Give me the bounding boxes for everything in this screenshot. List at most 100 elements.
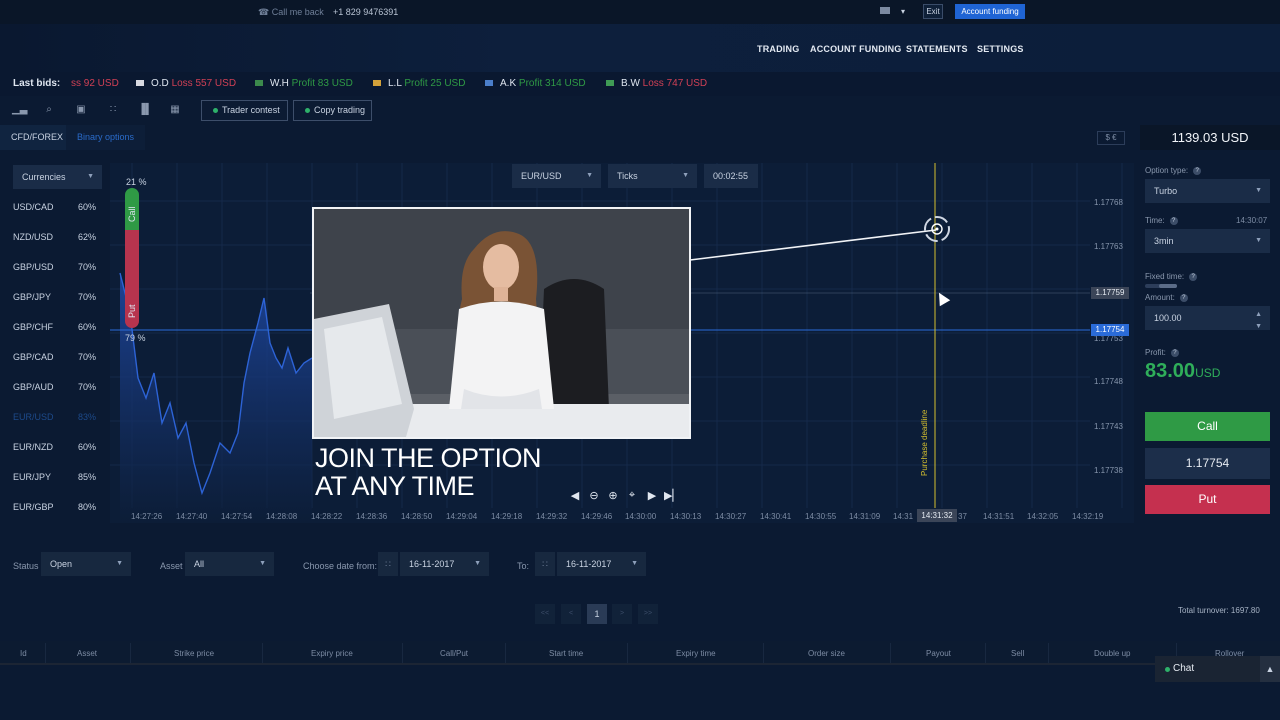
exit-button[interactable]: Exit	[923, 4, 943, 19]
column-header[interactable]: Expiry price	[311, 649, 353, 658]
purchase-deadline-label: Purchase deadline	[920, 409, 929, 476]
fixed-time-toggle[interactable]	[1145, 284, 1177, 288]
zoom-in-icon[interactable]: ⊕	[606, 489, 620, 502]
tab-binary-options[interactable]: Binary options	[66, 125, 146, 150]
indicator-icon[interactable]: ∷	[107, 104, 119, 116]
help-icon[interactable]: ?	[1169, 216, 1178, 225]
put-button[interactable]: Put	[1145, 485, 1270, 514]
nav-account-funding[interactable]: ACCOUNT FUNDING	[810, 44, 902, 54]
chat-widget[interactable]: Chat ▲	[1155, 656, 1280, 682]
column-header[interactable]: Call/Put	[440, 649, 468, 658]
chart-mode-select[interactable]: Ticks ▼	[608, 164, 697, 188]
center-icon[interactable]: ⌖	[625, 489, 639, 502]
asset-filter-select[interactable]: All ▼	[185, 552, 274, 576]
account-funding-button[interactable]: Account funding	[955, 4, 1025, 19]
scroll-right-icon[interactable]: ▶	[645, 489, 659, 502]
currency-pair-item[interactable]: EUR/GBP 80%	[13, 502, 96, 512]
bars-icon[interactable]: ▐▌	[138, 104, 152, 116]
nav-statements[interactable]: STATEMENTS	[906, 44, 968, 54]
currency-pair-item[interactable]: GBP/AUD 70%	[13, 382, 96, 392]
currency-pair-item[interactable]: GBP/CAD 70%	[13, 352, 96, 362]
currency-switch[interactable]: $ €	[1097, 131, 1125, 145]
presenter-image	[314, 209, 689, 437]
date-to-select[interactable]: 16-11-2017 ▼	[557, 552, 646, 576]
chevron-up-icon[interactable]: ▲	[1260, 656, 1280, 682]
nav-settings[interactable]: SETTINGS	[977, 44, 1024, 54]
date-from-select[interactable]: 16-11-2017 ▼	[400, 552, 489, 576]
currency-pair-item[interactable]: GBP/JPY 70%	[13, 292, 96, 302]
layout-icon[interactable]: ▣	[75, 104, 87, 116]
chart-bar-icon[interactable]: ▁▃	[12, 104, 27, 116]
asset-select[interactable]: EUR/USD ▼	[512, 164, 601, 188]
pager-prev[interactable]: <	[561, 604, 581, 624]
currency-pair-item[interactable]: EUR/JPY 85%	[13, 472, 96, 482]
column-header[interactable]: Sell	[1011, 649, 1024, 658]
pair-name: GBP/CAD	[13, 352, 54, 362]
scroll-end-icon[interactable]: ▶▏	[664, 489, 681, 502]
column-header[interactable]: Payout	[926, 649, 951, 658]
copy-trading-button[interactable]: Copy trading	[293, 100, 372, 121]
column-header[interactable]: Double up	[1094, 649, 1130, 658]
help-icon[interactable]: ?	[1193, 166, 1202, 175]
calendar-icon[interactable]: ∷	[378, 552, 398, 576]
currency-pair-item[interactable]: EUR/NZD 60%	[13, 442, 96, 452]
currencies-select[interactable]: Currencies ▼	[13, 165, 102, 189]
current-price-display: 1.17754	[1145, 448, 1270, 479]
time-axis-label: 14:30:13	[670, 512, 702, 521]
pair-payout: 70%	[77, 352, 96, 362]
column-header[interactable]: Start time	[549, 649, 583, 658]
column-header[interactable]: Strike price	[174, 649, 214, 658]
status-dot-icon	[213, 108, 218, 113]
help-icon[interactable]: ?	[1189, 272, 1198, 281]
phone-icon: ☎	[258, 7, 270, 17]
column-header[interactable]: Asset	[77, 649, 97, 658]
chevron-down-icon: ▼	[1255, 187, 1262, 194]
column-header[interactable]: Id	[20, 649, 27, 658]
profit-value: 83.00USD	[1145, 360, 1220, 383]
help-icon[interactable]: ?	[1170, 348, 1179, 357]
option-type-select[interactable]: Turbo ▼	[1145, 179, 1270, 203]
zoom-out-icon[interactable]: ⊖	[587, 489, 601, 502]
pager-last[interactable]: >>	[638, 604, 658, 624]
status-select[interactable]: Open ▼	[41, 552, 131, 576]
pager-current[interactable]: 1	[587, 604, 607, 624]
column-header[interactable]: Expiry time	[676, 649, 716, 658]
column-divider	[402, 643, 403, 663]
flag-icon	[136, 80, 144, 87]
time-axis-label: 37	[958, 512, 967, 521]
currency-pair-item[interactable]: NZD/USD 62%	[13, 232, 96, 242]
help-icon[interactable]: ?	[1179, 293, 1188, 302]
time-axis-label: 14:32:05	[1027, 512, 1059, 521]
scroll-left-icon[interactable]: ◀	[568, 489, 582, 502]
date-to-label: To:	[517, 561, 530, 571]
nav-trading[interactable]: TRADING	[757, 44, 799, 54]
chevron-down-icon: ▼	[682, 172, 689, 179]
countdown-timer: 00:02:55	[704, 164, 758, 188]
price-axis-label: 1.17768	[1094, 198, 1123, 207]
call-percentage: 21 %	[126, 177, 147, 187]
price-axis-label: 1.17738	[1094, 466, 1123, 475]
currency-pair-item[interactable]: USD/CAD 60%	[13, 202, 96, 212]
language-flag-icon[interactable]	[880, 7, 890, 14]
trader-contest-button[interactable]: Trader contest	[201, 100, 288, 121]
search-chart-icon[interactable]: ⌕	[43, 104, 55, 116]
tab-cfd-forex[interactable]: CFD/FOREX	[0, 125, 75, 150]
calendar-icon[interactable]: ▦	[169, 104, 181, 116]
column-header[interactable]: Order size	[808, 649, 845, 658]
pager-next[interactable]: >	[612, 604, 632, 624]
phone-number: +1 829 9476391	[333, 7, 399, 17]
calendar-icon[interactable]: ∷	[535, 552, 555, 576]
currency-pair-item[interactable]: GBP/CHF 60%	[13, 322, 96, 332]
currency-pair-item[interactable]: EUR/USD 83%	[13, 412, 96, 422]
time-select[interactable]: 3min ▼	[1145, 229, 1270, 253]
call-button[interactable]: Call	[1145, 412, 1270, 441]
pager-first[interactable]: <<	[535, 604, 555, 624]
time-axis-label: 14:27:54	[221, 512, 253, 521]
stepper-icon[interactable]: ▲ ▼	[1255, 309, 1262, 333]
currency-pair-item[interactable]: GBP/USD 70%	[13, 262, 96, 272]
amount-input[interactable]: 100.00 ▲ ▼	[1145, 306, 1270, 330]
call-me-back-link[interactable]: ☎ Call me back	[258, 7, 324, 18]
language-caret-icon[interactable]: ▾	[901, 7, 905, 16]
promo-video[interactable]	[312, 207, 691, 439]
bid-item: A.K Profit 314 USD	[485, 78, 586, 89]
